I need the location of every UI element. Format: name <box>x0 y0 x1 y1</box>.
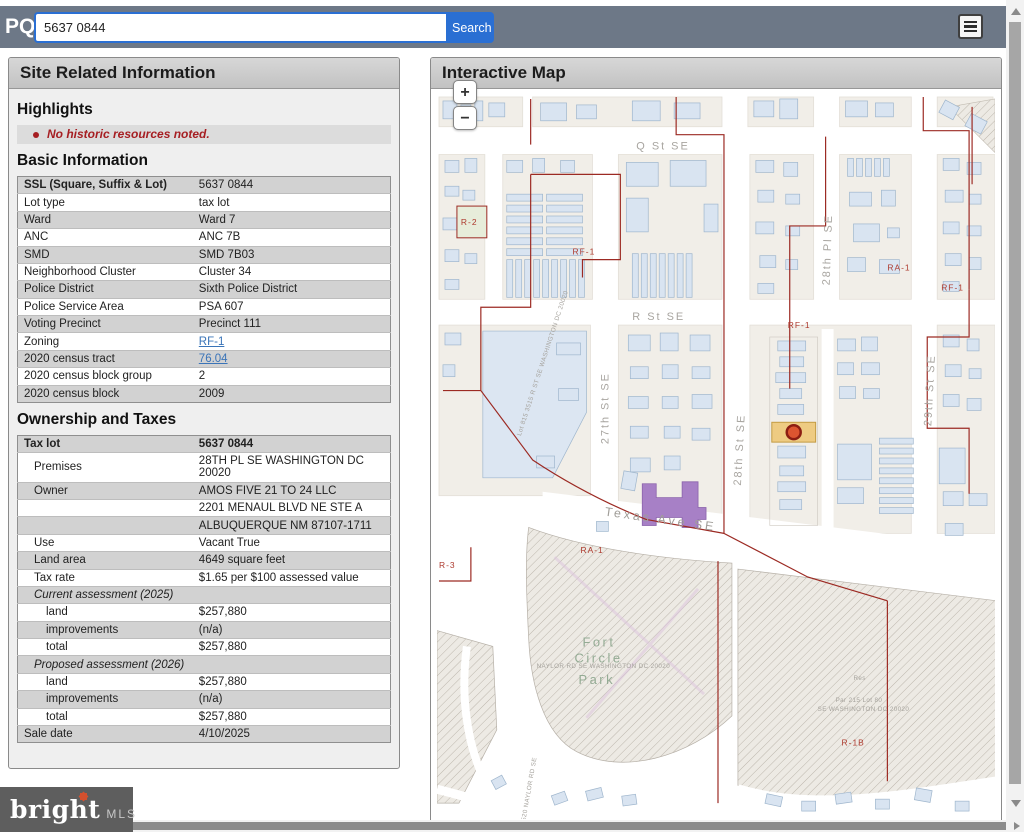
table-row: Police Service AreaPSA 607 <box>18 298 391 315</box>
table-row: improvements(n/a) <box>18 621 391 638</box>
ownership-table: Tax lot5637 0844 Premises28TH PL SE WASH… <box>17 435 391 743</box>
site-info-panel: Site Related Information Highlights No h… <box>8 57 400 769</box>
vertical-scrollbar[interactable] <box>1006 0 1024 820</box>
highlight-item: No historic resources noted. <box>17 125 391 144</box>
table-row: ALBUQUERQUE NM 87107-1711 <box>18 517 391 534</box>
zone-label: RF-1 <box>941 282 964 292</box>
table-row: 2020 census block2009 <box>18 385 391 402</box>
table-row: Tax rate$1.65 per $100 assessed value <box>18 569 391 586</box>
search-bar: Search <box>34 12 494 43</box>
app-logo: PQ <box>5 15 35 39</box>
table-row: 2201 MENAUL BLVD NE STE A <box>18 500 391 517</box>
subject-location-marker[interactable] <box>787 425 801 439</box>
table-row: 2020 census tract76.04 <box>18 350 391 367</box>
table-row: Police DistrictSixth Police District <box>18 281 391 298</box>
table-row: SMDSMD 7B03 <box>18 246 391 263</box>
table-row: ANCANC 7B <box>18 229 391 246</box>
park-label-line3: Park <box>578 672 615 687</box>
zoom-out-button[interactable]: − <box>453 106 477 130</box>
map-zoom-controls: + − <box>453 80 477 130</box>
table-row: OwnerAMOS FIVE 21 TO 24 LLC <box>18 482 391 499</box>
ownership-heading: Ownership and Taxes <box>17 411 391 429</box>
interactive-map-panel: Interactive Map + − <box>430 57 1002 824</box>
table-row: Current assessment (2025) <box>18 586 391 603</box>
bullet-icon <box>33 132 39 138</box>
table-row: UseVacant True <box>18 534 391 551</box>
site-info-panel-title: Site Related Information <box>9 58 399 89</box>
top-bar: PQ Search <box>0 6 1006 48</box>
park-label-line1: Fort <box>582 634 615 649</box>
table-row: Sale date4/10/2025 <box>18 725 391 742</box>
search-input[interactable] <box>34 12 446 43</box>
table-row: total$257,880 <box>18 708 391 725</box>
table-row: Tax lot5637 0844 <box>18 435 391 452</box>
par215-label-line1: Par 215 Lot 80 <box>836 697 883 704</box>
search-button[interactable]: Search <box>446 12 494 43</box>
vertical-scrollbar-thumb[interactable] <box>1009 22 1021 784</box>
table-row: ZoningRF-1 <box>18 333 391 350</box>
brand-wordmark: bright <box>10 795 100 824</box>
zone-label: RF-1 <box>573 247 596 257</box>
street-label-q: Q St SE <box>636 141 689 153</box>
table-row: Proposed assessment (2026) <box>18 656 391 673</box>
zone-label: R-1B <box>842 738 865 748</box>
table-row: improvements(n/a) <box>18 691 391 708</box>
table-row: total$257,880 <box>18 639 391 656</box>
brand-suffix: MLS <box>106 807 137 821</box>
map-panel-title: Interactive Map <box>431 58 1001 89</box>
zoning-link[interactable]: RF-1 <box>199 336 225 348</box>
table-row: SSL (Square, Suffix & Lot)5637 0844 <box>18 177 391 194</box>
table-row: Land area4649 square feet <box>18 552 391 569</box>
hamburger-icon <box>964 21 977 24</box>
bright-mls-logo: bright MLS <box>0 787 133 832</box>
zoom-in-button[interactable]: + <box>453 80 477 104</box>
horizontal-scrollbar-thumb[interactable] <box>2 822 1006 830</box>
table-row: Voting PrecinctPrecinct 111 <box>18 316 391 333</box>
zone-label: RA-1 <box>887 263 910 273</box>
zone-label: R-2 <box>461 217 478 227</box>
table-row: WardWard 7 <box>18 211 391 228</box>
scroll-down-icon[interactable] <box>1011 800 1021 807</box>
hamburger-menu-button[interactable] <box>958 14 983 39</box>
table-row: Premises28TH PL SE WASHINGTON DC 20020 <box>18 453 391 482</box>
census-tract-link[interactable]: 76.04 <box>199 353 228 365</box>
zone-label: RF-1 <box>788 320 811 330</box>
table-row: Neighborhood ClusterCluster 34 <box>18 263 391 280</box>
street-label-28th-pl: 28th Pl SE <box>821 214 836 286</box>
basic-info-heading: Basic Information <box>17 152 391 170</box>
res-label: Res <box>854 675 866 682</box>
park-address-label: NAYLOR RD SE WASHINGTON DC 20020 <box>537 663 671 670</box>
street-label-r: R St SE <box>632 311 685 323</box>
table-row: Lot typetax lot <box>18 194 391 211</box>
zone-label: R-3 <box>439 560 456 570</box>
zone-label: RA-1 <box>580 545 603 555</box>
table-row: 2020 census block group2 <box>18 368 391 385</box>
map-canvas[interactable]: Q St SE R St SE 27th St SE 28th St SE 28… <box>437 95 995 819</box>
scroll-right-icon[interactable] <box>1014 822 1020 830</box>
horizontal-scrollbar[interactable] <box>0 820 1024 832</box>
table-row: land$257,880 <box>18 604 391 621</box>
scroll-up-icon[interactable] <box>1011 8 1021 15</box>
highlights-heading: Highlights <box>17 101 391 119</box>
street-label-27th: 27th St SE <box>599 372 611 444</box>
par215-label-line2: SE WASHINGTON DC 20020 <box>818 706 910 713</box>
basic-info-table: SSL (Square, Suffix & Lot)5637 0844 Lot … <box>17 176 391 403</box>
table-row: land$257,880 <box>18 673 391 690</box>
